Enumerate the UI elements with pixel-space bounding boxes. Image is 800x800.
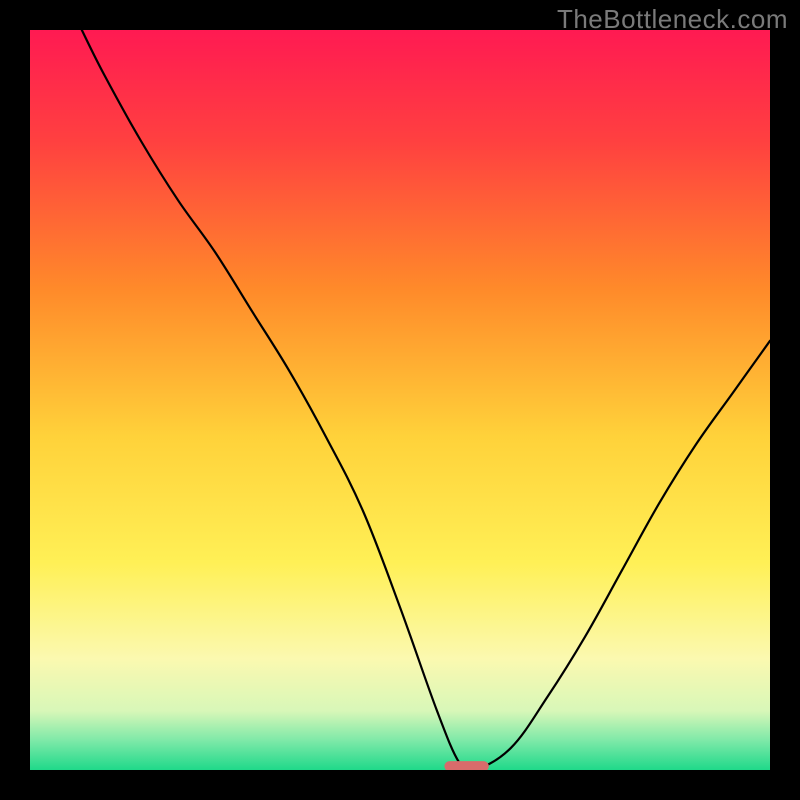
optimal-marker	[444, 761, 488, 770]
watermark-text: TheBottleneck.com	[557, 4, 788, 35]
plot-area	[30, 30, 770, 770]
chart-container: TheBottleneck.com	[0, 0, 800, 800]
chart-svg	[30, 30, 770, 770]
